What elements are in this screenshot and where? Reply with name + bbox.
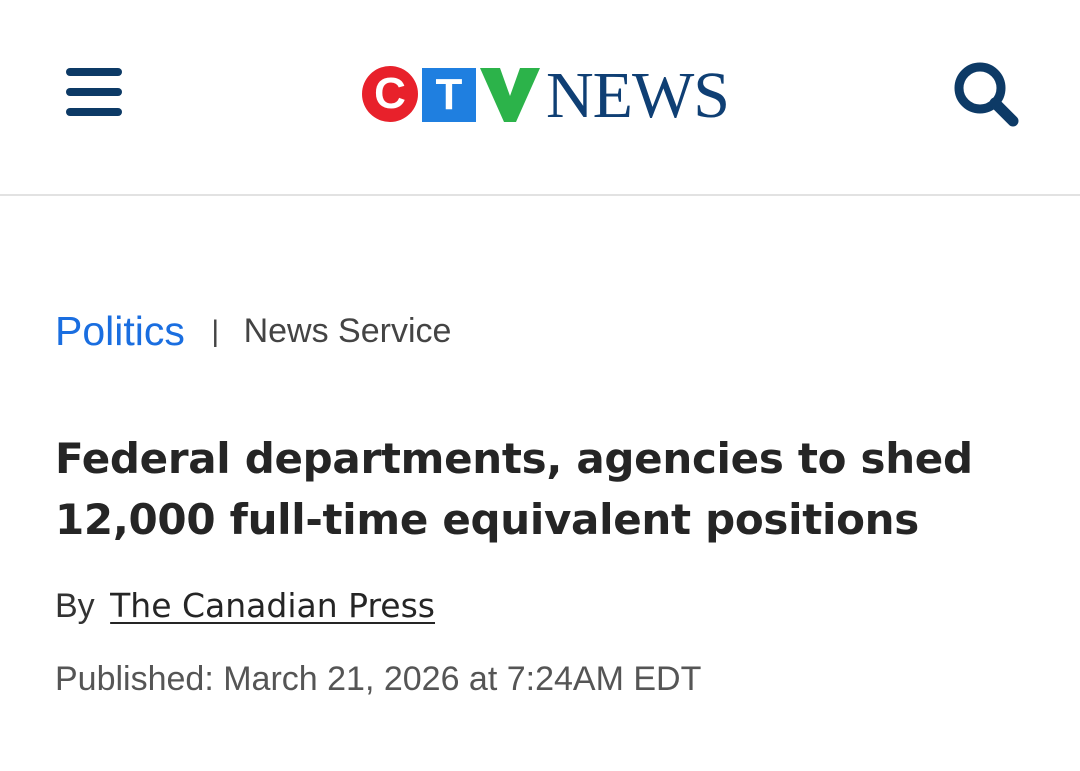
author-link[interactable]: The Canadian Press [110,586,435,625]
article-category-row: Politics | News Service [55,308,451,364]
hamburger-menu-icon [66,68,122,76]
site-header: C T NEWS [0,0,1080,196]
article-byline: By The Canadian Press [55,586,435,626]
menu-button[interactable] [60,62,126,122]
hamburger-menu-icon-bar [66,88,122,96]
logo-v-icon [480,68,540,122]
byline-prefix: By [55,587,95,625]
logo-v-mark [478,66,542,124]
category-link-politics[interactable]: Politics [55,308,185,354]
logo-letter-t: T [435,70,463,119]
published-timestamp: Published: March 21, 2026 at 7:24AM EDT [55,660,702,698]
ctv-news-logo[interactable]: C T NEWS [360,60,730,132]
logo-wordmark: NEWS [546,59,730,132]
logo-letter-c: C [374,69,406,118]
hamburger-menu-icon-bar [66,108,122,116]
search-icon [954,62,1019,127]
article-headline: Federal departments, agencies to shed 12… [55,434,973,544]
search-button[interactable] [950,58,1022,130]
category-separator: | [211,314,220,348]
news-service-label: News Service [243,312,452,350]
